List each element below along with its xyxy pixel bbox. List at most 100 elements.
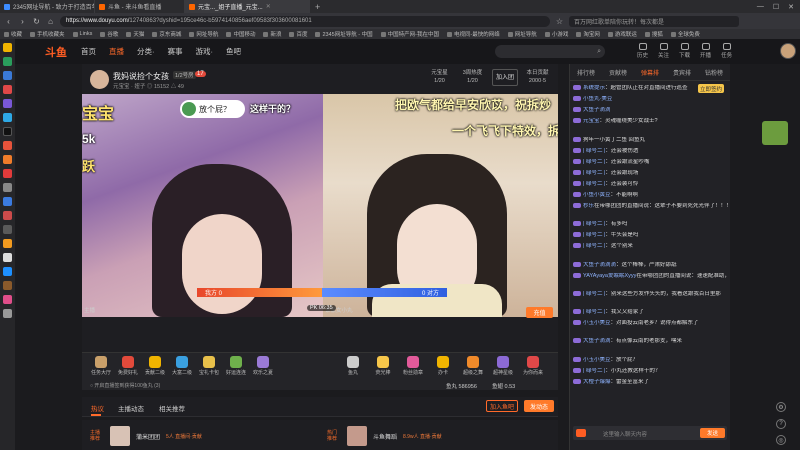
join-group-button[interactable]: 加入团 bbox=[492, 69, 518, 86]
browser-tab[interactable]: 2345网址导航 - 致力于打造百年品牌 bbox=[0, 0, 95, 13]
app-icon[interactable] bbox=[3, 183, 12, 192]
app-icon[interactable] bbox=[3, 281, 12, 290]
fan-badge-icon[interactable] bbox=[576, 429, 586, 437]
gift-item[interactable]: 为你而来 bbox=[520, 356, 546, 376]
chat-username[interactable]: 秒乐 bbox=[583, 203, 594, 209]
app-icon[interactable] bbox=[3, 197, 12, 206]
chat-username[interactable]: 大橙子爆爆 bbox=[583, 379, 611, 385]
chat-username[interactable]: 大鱼子滴滴 bbox=[583, 338, 611, 344]
chat-tab[interactable]: 贡献榜 bbox=[602, 68, 634, 77]
star-icon[interactable] bbox=[3, 43, 12, 52]
app-icon[interactable] bbox=[3, 225, 12, 234]
app-icon[interactable] bbox=[3, 113, 12, 122]
chat-input[interactable]: 这里输入聊天内容 发送 bbox=[573, 426, 727, 440]
chat-username[interactable]: 元宝宝 bbox=[583, 118, 600, 124]
douyu-logo[interactable]: 斗鱼 bbox=[45, 44, 67, 60]
app-icon[interactable] bbox=[3, 155, 12, 164]
tab-hot[interactable]: 热议 bbox=[91, 403, 104, 413]
chat-username[interactable]: 小鱼丸·美豆 bbox=[583, 96, 612, 102]
search-input[interactable]: ⌕ bbox=[495, 45, 605, 58]
nav-item[interactable]: 直播 bbox=[109, 46, 124, 57]
bookmark-item[interactable]: 2345网址导航 - 中国 bbox=[315, 30, 373, 38]
new-tab-button[interactable]: + bbox=[310, 2, 325, 12]
bookmark-item[interactable]: Links bbox=[72, 31, 92, 37]
bookmark-item[interactable]: 游戏联运 bbox=[607, 30, 637, 38]
checkin-hint[interactable]: ○ 开启直播签到获得100鱼丸 (3) bbox=[90, 382, 160, 389]
app-icon[interactable] bbox=[3, 85, 12, 94]
app-icon[interactable] bbox=[3, 211, 12, 220]
chat-username[interactable]: | 绿号二 | bbox=[583, 148, 605, 154]
bookmark-item[interactable]: 京东商城 bbox=[152, 30, 181, 38]
gift-item[interactable]: 宝礼卡包 bbox=[196, 356, 222, 376]
close-window-icon[interactable]: ✕ bbox=[788, 3, 794, 11]
header-icon-button[interactable]: 开播 bbox=[700, 43, 711, 59]
star-icon[interactable]: ☆ bbox=[555, 17, 564, 26]
bookmark-item[interactable]: 天猫 bbox=[126, 30, 144, 38]
nav-item[interactable]: 赛事 bbox=[168, 46, 183, 57]
recommend-card[interactable]: 主播推荐 蒲米团团 5人 直播间·贡献 bbox=[90, 426, 202, 446]
recharge-button[interactable]: 充值 bbox=[526, 307, 553, 318]
header-icon-button[interactable]: 任务 bbox=[721, 43, 732, 59]
search-icon[interactable]: ⌕ bbox=[597, 48, 601, 56]
url-field[interactable]: https://www.douyu.com/12740863?dyshid=19… bbox=[60, 15, 550, 27]
bookmark-item[interactable]: 谷歌 bbox=[100, 30, 118, 38]
gift-item[interactable]: 大富二级 bbox=[169, 356, 195, 376]
tab-streamer-news[interactable]: 主播动态 bbox=[118, 403, 144, 413]
bookmark-item[interactable]: 手机收藏夹 bbox=[30, 30, 65, 38]
chat-username[interactable]: 系统提示 bbox=[583, 85, 605, 91]
chat-username[interactable]: 小玉小美豆 bbox=[583, 320, 611, 326]
bookmark-item[interactable]: 收藏 bbox=[4, 30, 22, 38]
forward-icon[interactable]: › bbox=[18, 17, 27, 26]
app-icon[interactable] bbox=[3, 99, 12, 108]
bookmark-item[interactable]: 百度 bbox=[289, 30, 307, 38]
gift-item[interactable]: 超级之舞 bbox=[460, 356, 486, 376]
reload-icon[interactable]: ↻ bbox=[32, 17, 41, 26]
bookmark-item[interactable]: 网址导航 bbox=[189, 30, 218, 38]
bookmark-item[interactable]: 网址导航 bbox=[507, 30, 537, 38]
app-icon[interactable] bbox=[3, 169, 12, 178]
gift-item[interactable]: 荧光棒 bbox=[370, 356, 396, 376]
gift-item[interactable]: 粉丝勋章 bbox=[400, 356, 426, 376]
maximize-icon[interactable]: ☐ bbox=[773, 3, 779, 11]
bookmark-item[interactable]: 电视同-最快的网络 bbox=[446, 30, 500, 38]
chat-username[interactable]: | 绿号二 | bbox=[583, 243, 605, 249]
home-icon[interactable]: ⌂ bbox=[46, 17, 55, 26]
bookmark-item[interactable]: 全球免费 bbox=[670, 30, 700, 38]
app-icon[interactable] bbox=[3, 267, 12, 276]
user-avatar[interactable] bbox=[780, 43, 796, 59]
bookmark-item[interactable]: 新浪 bbox=[263, 30, 281, 38]
app-icon[interactable] bbox=[3, 57, 12, 66]
settings-icon[interactable]: ⚙ bbox=[776, 402, 786, 412]
chat-username[interactable]: | 绿号二 | bbox=[583, 159, 605, 165]
gear-icon[interactable]: ◎ bbox=[776, 435, 786, 445]
app-icon[interactable] bbox=[3, 295, 12, 304]
app-icon[interactable] bbox=[3, 309, 12, 318]
app-icon[interactable] bbox=[3, 239, 12, 248]
chat-username[interactable]: | 绿号二 | bbox=[583, 232, 605, 238]
minimize-icon[interactable]: — bbox=[757, 3, 764, 10]
gift-item[interactable]: 办卡 bbox=[430, 356, 456, 376]
chat-username[interactable]: | 绿号二 | bbox=[583, 309, 605, 315]
chat-username[interactable]: 大鱼子滴滴 bbox=[583, 107, 611, 113]
header-icon-button[interactable]: 下载 bbox=[679, 43, 690, 59]
bookmark-item[interactable]: 中国移动 bbox=[226, 30, 255, 38]
nav-item[interactable]: 鱼吧 bbox=[226, 46, 241, 57]
chat-messages[interactable]: 系统提示：超管团队正在对直播间进行巡查 小鱼丸·美豆 大鱼子滴滴 元宝宝：灵魂缠绕美少… bbox=[570, 81, 731, 416]
back-icon[interactable]: ‹ bbox=[4, 17, 13, 26]
gift-item[interactable]: 贡献二级 bbox=[142, 356, 168, 376]
chat-tab[interactable]: 排行榜 bbox=[570, 68, 602, 77]
chat-username[interactable]: | 绿号二 | bbox=[583, 181, 605, 187]
bookmark-item[interactable]: 小游戏 bbox=[544, 30, 568, 38]
close-tab-icon[interactable]: ✕ bbox=[266, 3, 271, 10]
help-icon[interactable]: ? bbox=[776, 419, 786, 429]
chat-username[interactable]: 小玉小美豆 bbox=[583, 357, 611, 363]
chat-username[interactable]: 大鱼子滴滴滴 bbox=[583, 262, 616, 268]
bookmark-item[interactable]: 搜狐 bbox=[644, 30, 663, 38]
header-icon-button[interactable]: 关注 bbox=[658, 43, 669, 59]
gift-item[interactable]: 超神星级 bbox=[490, 356, 516, 376]
gift-item[interactable]: 欢乐之夏 bbox=[250, 356, 276, 376]
app-icon[interactable] bbox=[3, 141, 12, 150]
gift-item[interactable]: 任务大厅 bbox=[88, 356, 114, 376]
nav-item[interactable]: 游戏· bbox=[196, 46, 214, 57]
sign-chip[interactable]: 立即签约 bbox=[698, 84, 724, 93]
